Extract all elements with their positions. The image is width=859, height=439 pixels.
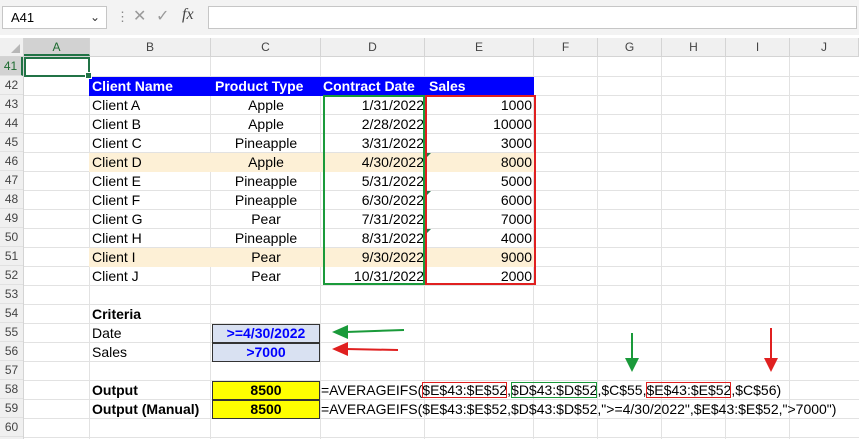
green-left-arrow-icon <box>332 325 405 339</box>
red-down-arrow-icon <box>764 328 778 372</box>
green-down-arrow-icon <box>625 333 639 372</box>
active-cell-a41[interactable] <box>24 57 92 79</box>
red-left-arrow-icon <box>332 342 399 356</box>
annotation-arrows <box>332 325 778 372</box>
